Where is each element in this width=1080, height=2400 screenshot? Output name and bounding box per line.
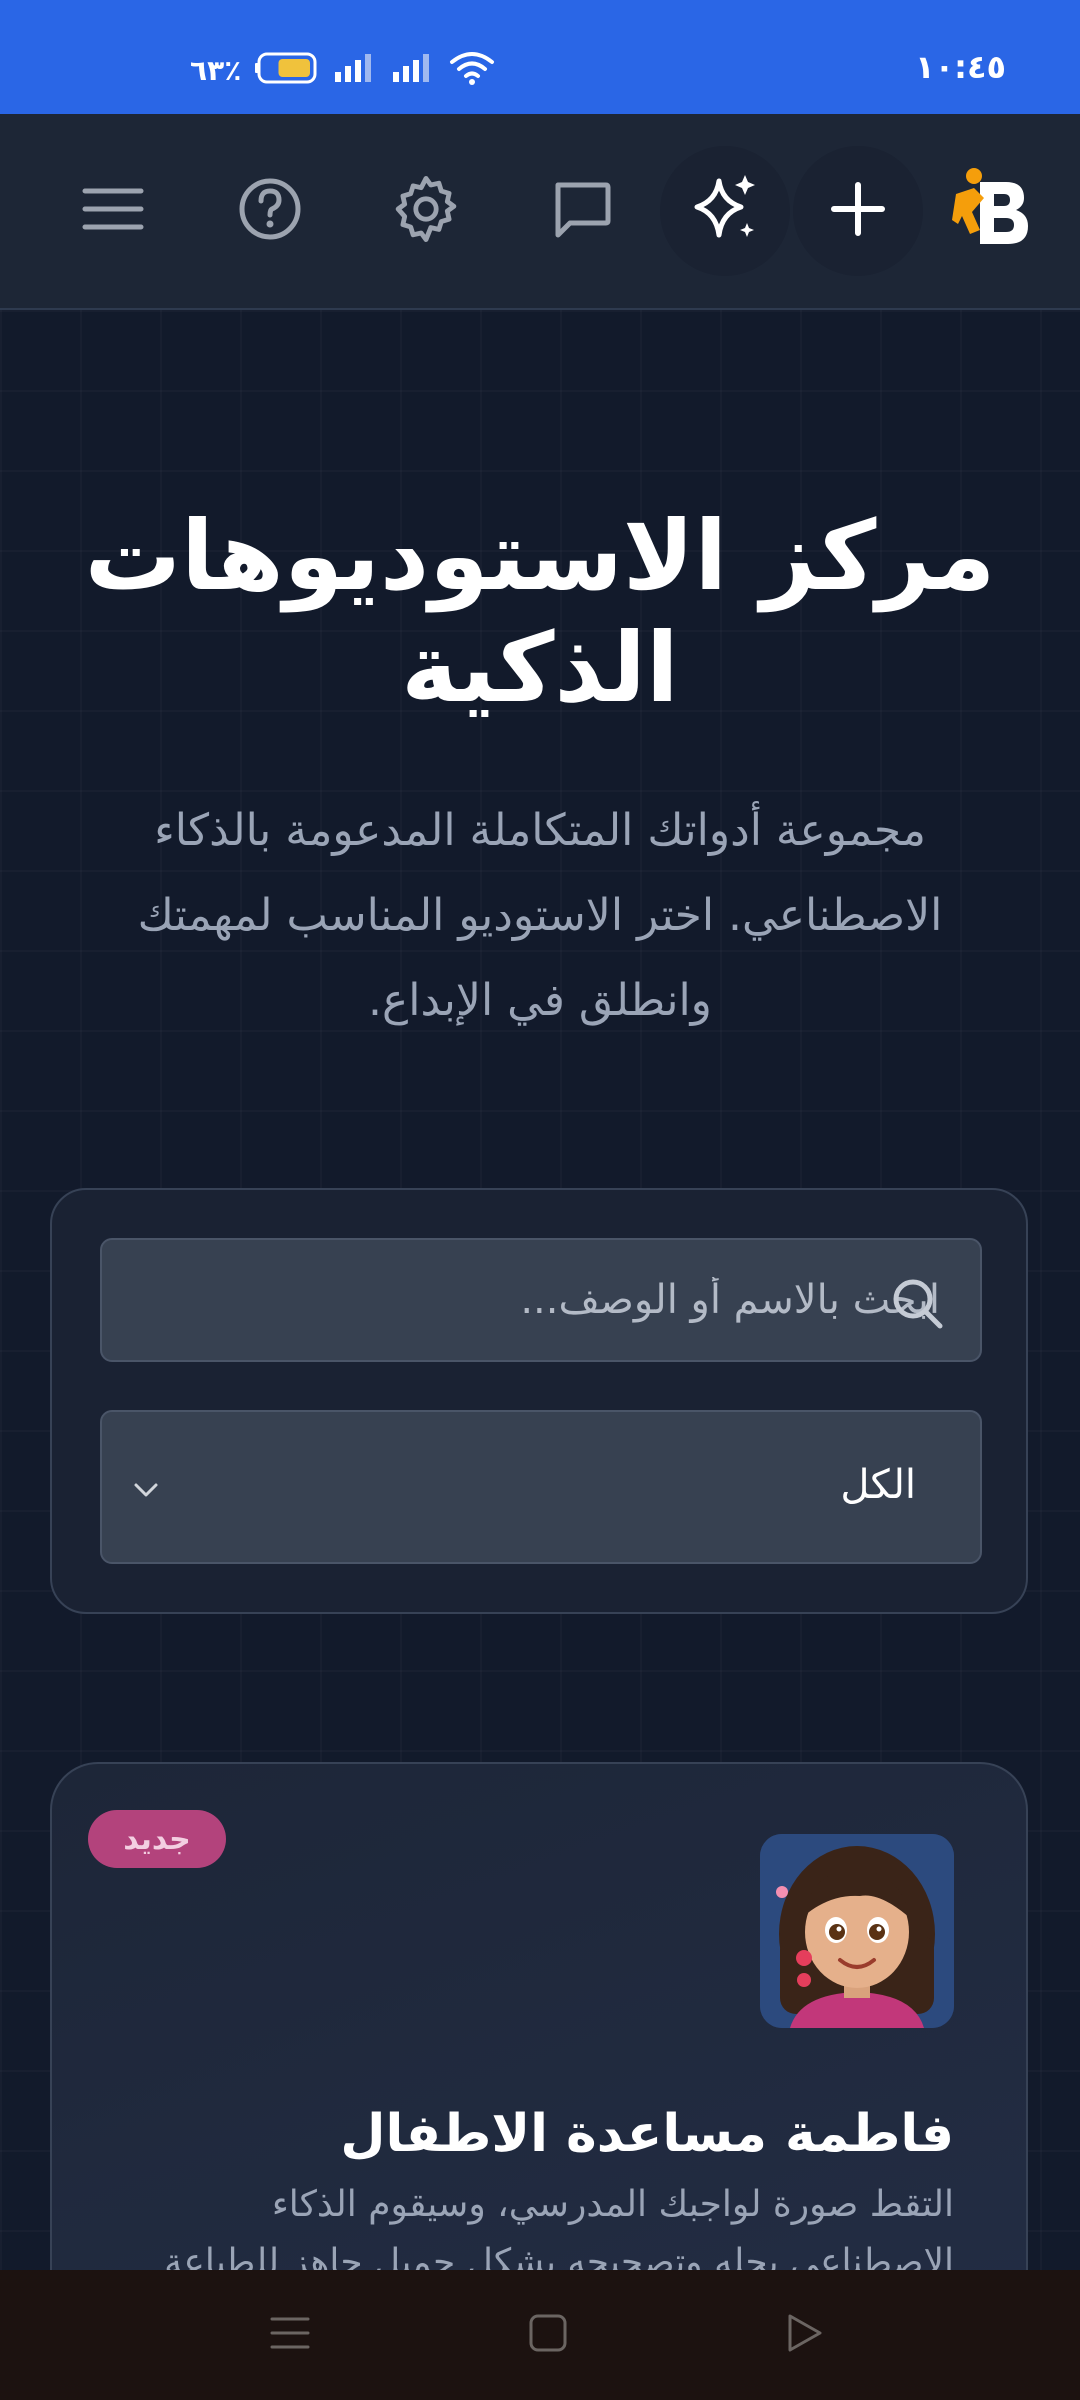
help-icon xyxy=(238,177,302,245)
ai-button[interactable] xyxy=(660,146,790,276)
chevron-down-icon xyxy=(130,1474,162,1506)
recents-button[interactable] xyxy=(250,2295,330,2375)
search-input[interactable] xyxy=(102,1240,980,1360)
category-select[interactable]: الكل xyxy=(100,1410,982,1564)
logo-icon xyxy=(950,164,1040,258)
back-triangle-icon xyxy=(782,2311,826,2359)
signal-icon xyxy=(333,52,377,88)
studio-title: فاطمة مساعدة الاطفال xyxy=(340,2104,954,2164)
home-square-icon xyxy=(526,2311,570,2359)
gear-icon xyxy=(390,173,462,249)
top-nav xyxy=(0,114,1080,310)
menu-button[interactable] xyxy=(48,146,178,276)
new-badge: جديد xyxy=(88,1810,226,1868)
status-icons: ٦٣٪ xyxy=(190,50,495,90)
help-button[interactable] xyxy=(205,146,335,276)
menu-icon xyxy=(81,177,145,245)
signal-icon xyxy=(391,52,435,88)
plus-icon xyxy=(830,181,886,241)
wifi-icon xyxy=(449,50,495,90)
main-content: مركز الاستوديوهات الذكية مجموعة أدواتك ا… xyxy=(0,310,1080,2362)
battery-percent: ٦٣٪ xyxy=(190,53,242,87)
search-box[interactable] xyxy=(100,1238,982,1362)
menu-icon xyxy=(268,2311,312,2359)
studio-avatar xyxy=(760,1834,954,2028)
settings-button[interactable] xyxy=(361,146,491,276)
chat-button[interactable] xyxy=(517,146,647,276)
system-nav-bar xyxy=(0,2270,1080,2400)
status-bar: ٦٣٪ ١٠:٤٥ xyxy=(0,0,1080,114)
page-description: مجموعة أدواتك المتكاملة المدعومة بالذكاء… xyxy=(137,805,943,1026)
logo[interactable] xyxy=(930,146,1060,276)
search-icon xyxy=(890,1276,944,1330)
back-button[interactable] xyxy=(764,2295,844,2375)
sparkles-icon xyxy=(687,171,763,251)
battery-icon xyxy=(255,52,319,88)
filter-panel: الكل xyxy=(50,1188,1028,1614)
home-button[interactable] xyxy=(508,2295,588,2375)
page-title: مركز الاستوديوهات الذكية xyxy=(84,500,996,724)
chat-icon xyxy=(550,177,614,245)
new-button[interactable] xyxy=(793,146,923,276)
category-select-value: الكل xyxy=(840,1462,916,1508)
clock: ١٠:٤٥ xyxy=(915,48,1006,86)
